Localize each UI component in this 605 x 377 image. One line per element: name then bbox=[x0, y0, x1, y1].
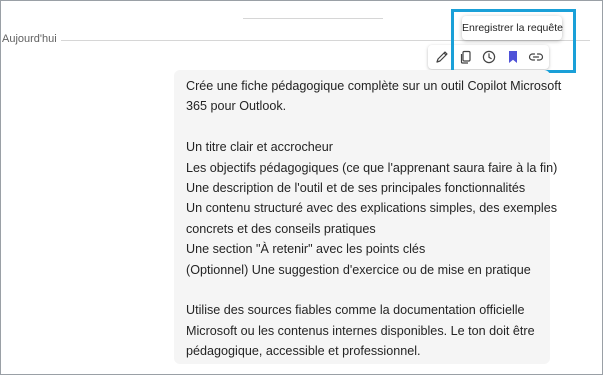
message-line: Utilise des sources fiables comme la doc… bbox=[186, 303, 525, 318]
share-link-button[interactable] bbox=[528, 49, 544, 65]
day-label: Aujourd'hui bbox=[2, 33, 61, 45]
message-line: Une section "À retenir" avec les points … bbox=[186, 242, 426, 257]
pencil-icon bbox=[436, 51, 448, 63]
message-line: Crée une fiche pédagogique complète sur … bbox=[186, 79, 562, 93]
message-line: pédagogique, accessible et professionnel… bbox=[186, 344, 421, 359]
message-line: concrets et des conseils pratiques bbox=[186, 221, 376, 236]
edit-button[interactable] bbox=[434, 49, 450, 65]
message-line: Les objectifs pédagogiques (ce que l'app… bbox=[186, 160, 558, 175]
message-line: Un contenu structuré avec des explicatio… bbox=[186, 201, 557, 216]
message-line: (Optionnel) Une suggestion d'exercice ou… bbox=[186, 262, 531, 277]
link-icon bbox=[528, 53, 544, 61]
schedule-button[interactable] bbox=[481, 49, 497, 65]
save-prompt-button[interactable] bbox=[505, 49, 521, 65]
message-action-toolbar bbox=[428, 45, 549, 69]
user-message-bubble: Crée une fiche pédagogique complète sur … bbox=[174, 70, 562, 364]
history-icon bbox=[482, 50, 496, 64]
message-line: 365 pour Outlook. bbox=[186, 99, 287, 114]
message-line: Un titre clair et accrocheur bbox=[186, 140, 333, 155]
day-separator-line bbox=[52, 40, 590, 41]
message-line: Une description de l'outil et de ses pri… bbox=[186, 181, 526, 196]
bookmark-icon bbox=[509, 51, 517, 63]
message-line: Microsoft ou les contenus internes dispo… bbox=[186, 323, 535, 338]
copy-button[interactable] bbox=[458, 49, 474, 65]
top-divider bbox=[243, 18, 383, 19]
copy-icon bbox=[460, 50, 471, 64]
tooltip: Enregistrer la requête bbox=[462, 16, 563, 40]
